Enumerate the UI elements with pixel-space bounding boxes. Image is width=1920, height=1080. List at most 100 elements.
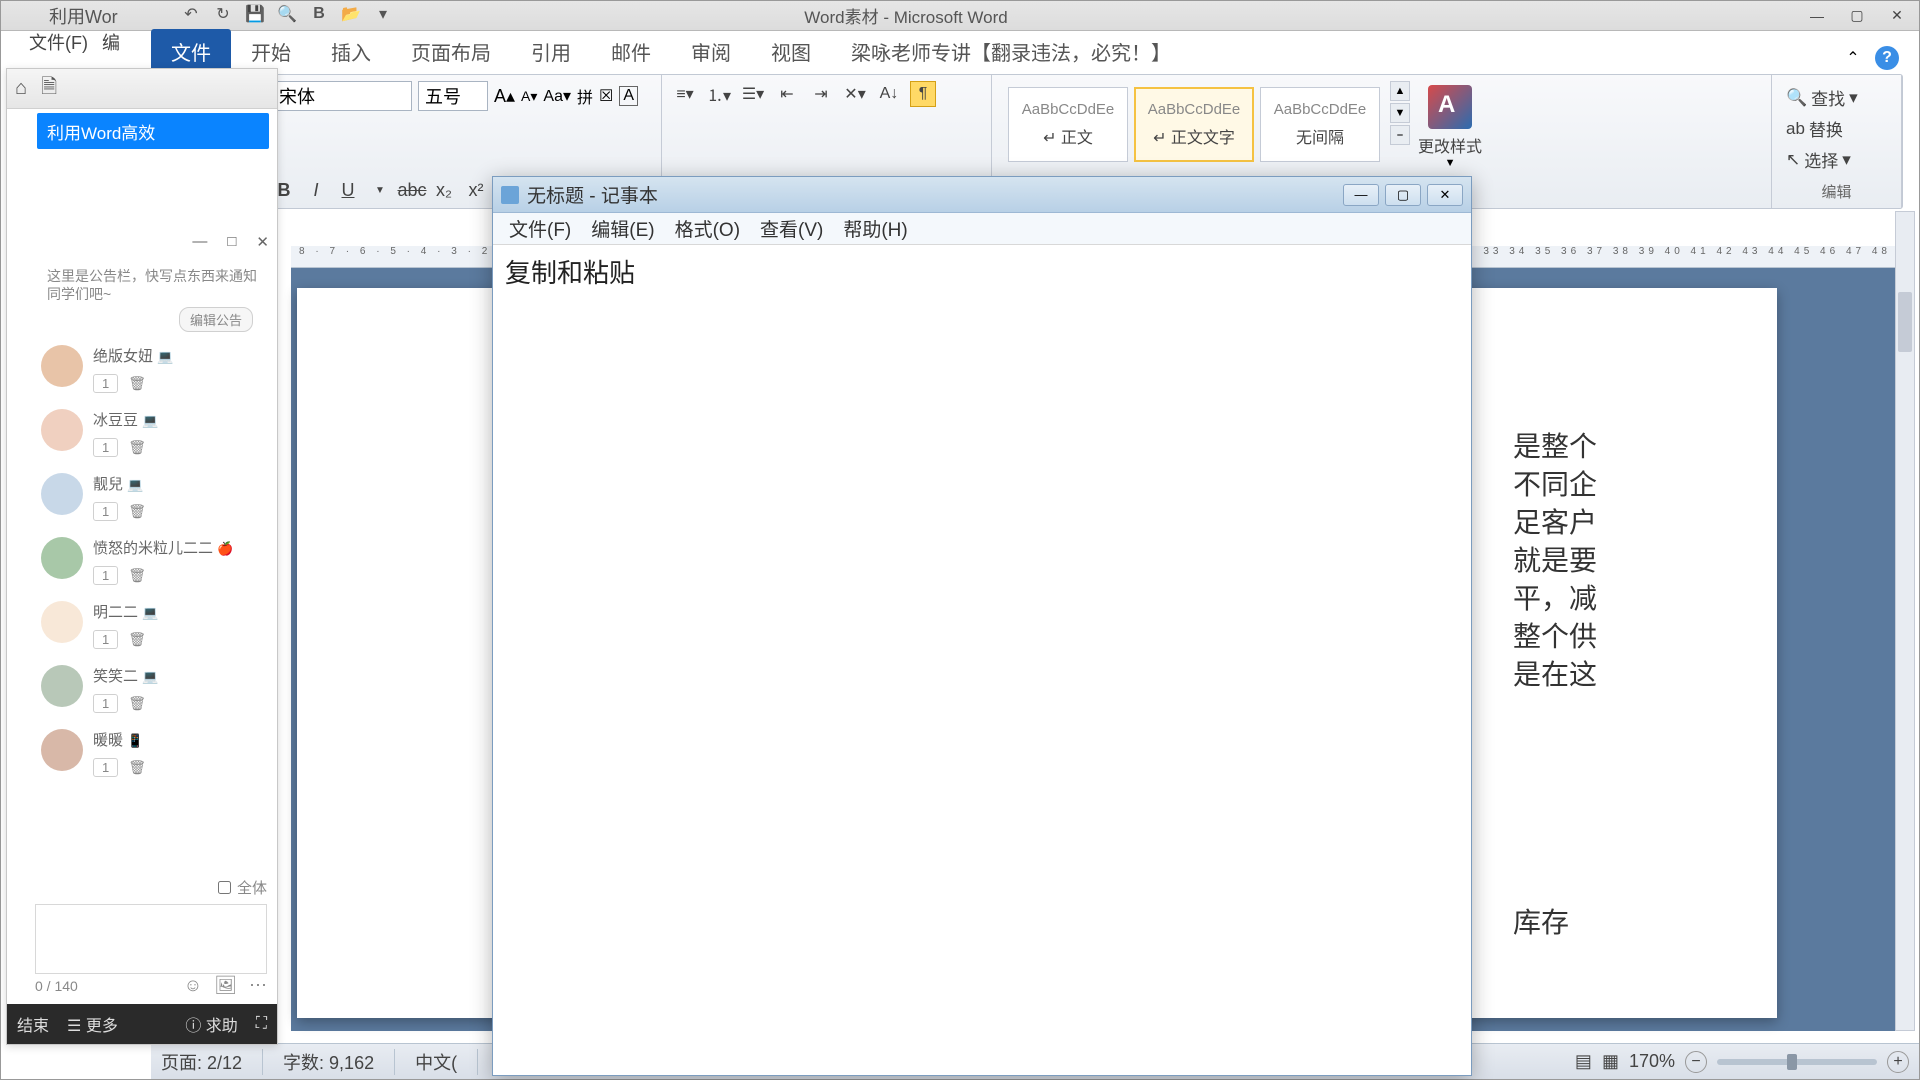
underline-dropdown-icon[interactable]: ▼ [368,178,392,202]
image-icon[interactable]: 🖼 [214,975,237,996]
notepad-menu-view[interactable]: 查看(V) [752,211,831,246]
chat-input[interactable] [35,904,267,974]
styles-more-icon[interactable]: ⎯ [1390,125,1410,145]
replace-button[interactable]: ab替换 [1786,116,1887,141]
bullets-icon[interactable]: ≡▾ [672,81,698,107]
font-size-select[interactable] [418,81,488,111]
end-button[interactable]: 结束 [17,1012,49,1036]
style-item-body[interactable]: AaBbCcDdEe ↵ 正文文字 [1134,87,1254,162]
notepad-titlebar[interactable]: 无标题 - 记事本 — ▢ ✕ [493,177,1471,213]
status-page[interactable]: 页面: 2/12 [161,1049,263,1075]
indent-increase-icon[interactable]: ⇥ [808,81,834,107]
help-button[interactable]: ⓘ 求助 [185,1012,237,1036]
subscript-button[interactable]: x₂ [432,178,456,202]
more-icon[interactable]: ⋯ [249,975,267,996]
notepad-menu-help[interactable]: 帮助(H) [835,211,915,246]
text-direction-icon[interactable]: ✕▾ [842,81,868,107]
notepad-minimize-button[interactable]: — [1343,184,1379,206]
change-styles-dropdown-icon[interactable]: ▼ [1445,157,1456,169]
emoji-icon[interactable]: ☺ [184,975,202,996]
home-icon[interactable]: ⌂ [15,77,27,100]
vertical-scrollbar[interactable] [1895,211,1915,1031]
help-icon[interactable]: ? [1875,46,1899,70]
char-border-icon[interactable]: A [619,86,638,106]
tab-mail[interactable]: 邮件 [591,29,671,74]
minimize-button[interactable]: — [1803,6,1831,26]
zoom-out-button[interactable]: − [1685,1051,1707,1073]
save-icon[interactable]: 🗎 [41,72,57,106]
zoom-level[interactable]: 170% [1629,1051,1675,1072]
secondary-menu-edit[interactable]: 编 [102,29,120,55]
undo-icon[interactable]: ↶ [181,4,201,24]
strikethrough-button[interactable]: abc [400,178,424,202]
list-item[interactable]: 愤怒的米粒儿二二🍎1🗑 [37,529,267,593]
styles-up-icon[interactable]: ▲ [1390,81,1410,101]
delete-icon[interactable]: 🗑 [128,759,146,776]
numbering-icon[interactable]: ⒈▾ [706,81,732,107]
chat-maximize-icon[interactable]: □ [227,233,236,251]
delete-icon[interactable]: 🗑 [128,375,146,392]
qat-more-icon[interactable]: ▾ [373,4,393,24]
enclose-icon[interactable]: ☒ [599,86,613,106]
tab-layout[interactable]: 页面布局 [391,29,511,74]
underline-button[interactable]: U [336,178,360,202]
notepad-menu-file[interactable]: 文件(F) [501,211,579,246]
list-item[interactable]: 绝版女妞💻1🗑 [37,337,267,401]
phonetic-icon[interactable]: 拼 [577,84,593,108]
list-item[interactable]: 冰豆豆💻1🗑 [37,401,267,465]
chat-notice-edit-button[interactable]: 编辑公告 [179,307,253,332]
delete-icon[interactable]: 🗑 [128,567,146,584]
multilevel-icon[interactable]: ☰▾ [740,81,766,107]
sort-icon[interactable]: A↓ [876,81,902,107]
list-item[interactable]: 笑笑二💻1🗑 [37,657,267,721]
style-item-nospacing[interactable]: AaBbCcDdEe 无间隔 [1260,87,1380,162]
zoom-slider-thumb[interactable] [1787,1054,1797,1070]
list-item[interactable]: 靓兒💻1🗑 [37,465,267,529]
chat-close-icon[interactable]: ✕ [256,233,269,251]
delete-icon[interactable]: 🗑 [128,631,146,648]
notepad-text-area[interactable]: 复制和粘贴 [493,245,1471,298]
redo-icon[interactable]: ↻ [213,4,233,24]
zoom-in-button[interactable]: + [1887,1051,1909,1073]
minimize-ribbon-icon[interactable]: ⌃ [1841,46,1865,70]
indent-decrease-icon[interactable]: ⇤ [774,81,800,107]
grow-font-icon[interactable]: A▴ [494,86,515,107]
style-item-normal[interactable]: AaBbCcDdEe ↵ 正文 [1008,87,1128,162]
chat-minimize-icon[interactable]: — [192,233,207,251]
tab-view[interactable]: 视图 [751,29,831,74]
tab-review[interactable]: 审阅 [671,29,751,74]
italic-button[interactable]: I [304,178,328,202]
maximize-button[interactable]: ▢ [1843,6,1871,26]
styles-down-icon[interactable]: ▼ [1390,103,1410,123]
show-marks-icon[interactable]: ¶ [910,81,936,107]
change-case-icon[interactable]: Aa▾ [543,86,571,106]
bold-icon[interactable]: B [309,4,329,24]
tab-references[interactable]: 引用 [511,29,591,74]
delete-icon[interactable]: 🗑 [128,695,146,712]
save-icon[interactable]: 💾 [245,4,265,24]
preview-icon[interactable]: 🔍 [277,4,297,24]
view-mode-icon-1[interactable]: ▤ [1575,1051,1592,1072]
status-language[interactable]: 中文( [415,1049,478,1075]
notepad-menu-format[interactable]: 格式(O) [667,211,748,246]
view-mode-icon-2[interactable]: ▦ [1602,1051,1619,1072]
change-styles-button[interactable]: 更改样式 ▼ [1410,81,1490,173]
close-button[interactable]: ✕ [1883,6,1911,26]
zoom-slider[interactable] [1717,1059,1877,1065]
notepad-maximize-button[interactable]: ▢ [1385,184,1421,206]
list-item[interactable]: 暖暖📱1🗑 [37,721,267,785]
fullscreen-icon[interactable]: ⛶ [256,1015,267,1033]
list-item[interactable]: 明二二💻1🗑 [37,593,267,657]
tab-custom[interactable]: 梁咏老师专讲【翻录违法，必究！】 [831,29,1191,74]
find-button[interactable]: 🔍查找▾ [1786,85,1887,110]
superscript-button[interactable]: x² [464,178,488,202]
tab-insert[interactable]: 插入 [311,29,391,74]
delete-icon[interactable]: 🗑 [128,439,146,456]
shrink-font-icon[interactable]: A▾ [521,88,537,105]
chat-active-tab[interactable]: 利用Word高效 [37,113,269,149]
scrollbar-thumb[interactable] [1898,292,1912,352]
chat-select-all[interactable]: 全体 [218,877,267,898]
font-name-select[interactable] [272,81,412,111]
select-button[interactable]: ↖选择▾ [1786,147,1887,172]
delete-icon[interactable]: 🗑 [128,503,146,520]
